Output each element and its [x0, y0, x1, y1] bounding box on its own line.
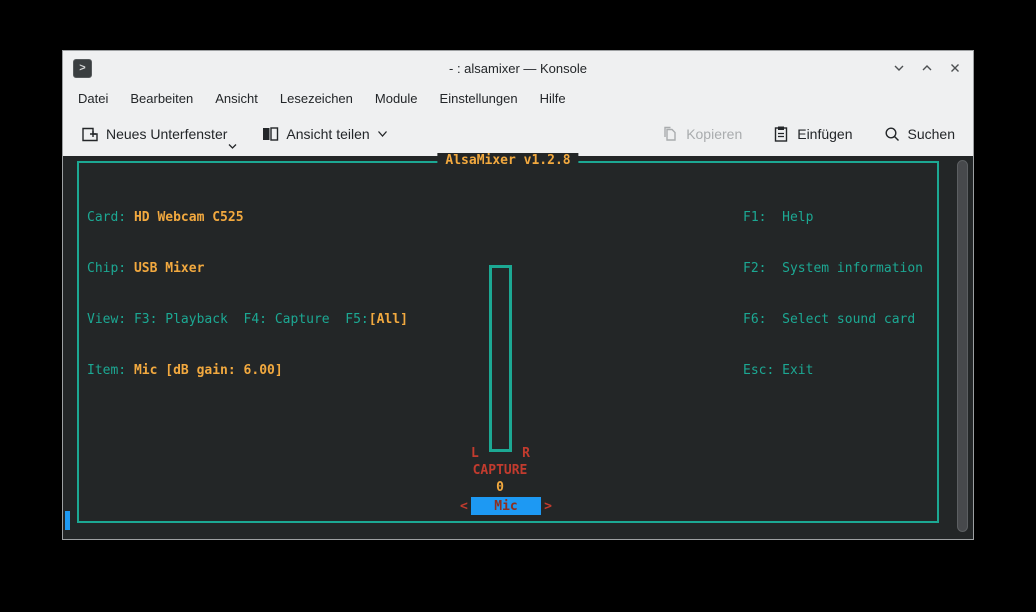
view-label: View: F3: Playback F4: Capture F5: [87, 312, 369, 327]
menu-bearbeiten[interactable]: Bearbeiten [119, 87, 204, 110]
chevron-down-icon [228, 143, 237, 150]
search-icon [883, 125, 901, 143]
window-controls [891, 60, 963, 76]
item-label: Item: [87, 363, 134, 378]
toolbar-left-group: Neues Unterfenster Ansicht teilen [75, 119, 394, 149]
konsole-app-icon: > [73, 59, 92, 78]
toolbar-right-group: Kopieren Einfügen Suchen [655, 119, 961, 149]
card-value: HD Webcam C525 [134, 210, 244, 225]
volume-bar [489, 265, 512, 452]
menu-datei[interactable]: Datei [67, 87, 119, 110]
channel-left-label: L [471, 446, 479, 461]
copy-button[interactable]: Kopieren [655, 119, 748, 149]
terminal-area[interactable]: AlsaMixer v1.2.8 Card: HD Webcam C525 Ch… [63, 156, 973, 539]
view-value: [All] [369, 312, 408, 327]
prev-control-arrow: < [460, 499, 468, 514]
chip-value: USB Mixer [134, 261, 204, 276]
channel-right-label: R [522, 446, 530, 461]
selected-control[interactable]: Mic [471, 497, 541, 515]
help-line-f6: F6: Select sound card [743, 311, 923, 328]
info-line-view: View: F3: Playback F4: Capture F5:[All] [87, 311, 408, 328]
alsamixer-frame: AlsaMixer v1.2.8 Card: HD Webcam C525 Ch… [77, 161, 939, 523]
split-view-button[interactable]: Ansicht teilen [255, 119, 393, 149]
menu-module[interactable]: Module [364, 87, 429, 110]
help-line-f1: F1: Help [743, 209, 923, 226]
window-title: - : alsamixer — Konsole [63, 61, 973, 76]
paste-button[interactable]: Einfügen [766, 119, 858, 149]
alsamixer-title: AlsaMixer v1.2.8 [437, 153, 578, 168]
control-selector: < Mic > [460, 497, 552, 515]
copy-label: Kopieren [686, 126, 742, 142]
konsole-window: > - : alsamixer — Konsole Datei Be [62, 50, 974, 540]
konsole-icon-glyph: > [79, 62, 85, 74]
new-tab-button[interactable]: Neues Unterfenster [75, 119, 233, 149]
maximize-button[interactable] [919, 60, 935, 76]
chevron-down-icon [892, 61, 906, 75]
info-line-chip: Chip: USB Mixer [87, 260, 408, 277]
help-line-f2: F2: System information [743, 260, 923, 277]
capture-label: CAPTURE [465, 463, 535, 478]
paste-label: Einfügen [797, 126, 852, 142]
menu-lesezeichen[interactable]: Lesezeichen [269, 87, 364, 110]
chevron-down-icon [377, 130, 388, 138]
copy-icon [661, 125, 679, 143]
scrollbar-thumb[interactable] [957, 160, 968, 532]
channel-labels: L R [471, 446, 530, 461]
info-line-item: Item: Mic [dB gain: 6.00] [87, 362, 408, 379]
menu-einstellungen[interactable]: Einstellungen [429, 87, 529, 110]
search-label: Suchen [908, 126, 955, 142]
menu-hilfe[interactable]: Hilfe [529, 87, 577, 110]
capture-value: 0 [465, 480, 535, 495]
next-control-arrow: > [544, 499, 552, 514]
search-button[interactable]: Suchen [877, 119, 961, 149]
titlebar[interactable]: > - : alsamixer — Konsole [63, 51, 973, 85]
paste-icon [772, 125, 790, 143]
minimize-button[interactable] [891, 60, 907, 76]
toolbar: Neues Unterfenster Ansicht teilen [63, 112, 973, 156]
new-tab-icon [81, 125, 99, 143]
chevron-up-icon [920, 61, 934, 75]
help-line-esc: Esc: Exit [743, 362, 923, 379]
mixer-info-block: Card: HD Webcam C525 Chip: USB Mixer Vie… [87, 175, 408, 413]
item-value: Mic [dB gain: 6.00] [134, 363, 283, 378]
menubar: Datei Bearbeiten Ansicht Lesezeichen Mod… [63, 85, 973, 112]
new-tab-label: Neues Unterfenster [106, 126, 227, 142]
close-button[interactable] [947, 60, 963, 76]
close-icon [948, 61, 962, 75]
split-view-icon [261, 125, 279, 143]
chip-label: Chip: [87, 261, 134, 276]
terminal-cursor [65, 511, 70, 530]
card-label: Card: [87, 210, 134, 225]
mixer-help-block: F1: Help F2: System information F6: Sele… [743, 175, 923, 413]
menu-ansicht[interactable]: Ansicht [204, 87, 269, 110]
split-view-label: Ansicht teilen [286, 126, 369, 142]
info-line-card: Card: HD Webcam C525 [87, 209, 408, 226]
